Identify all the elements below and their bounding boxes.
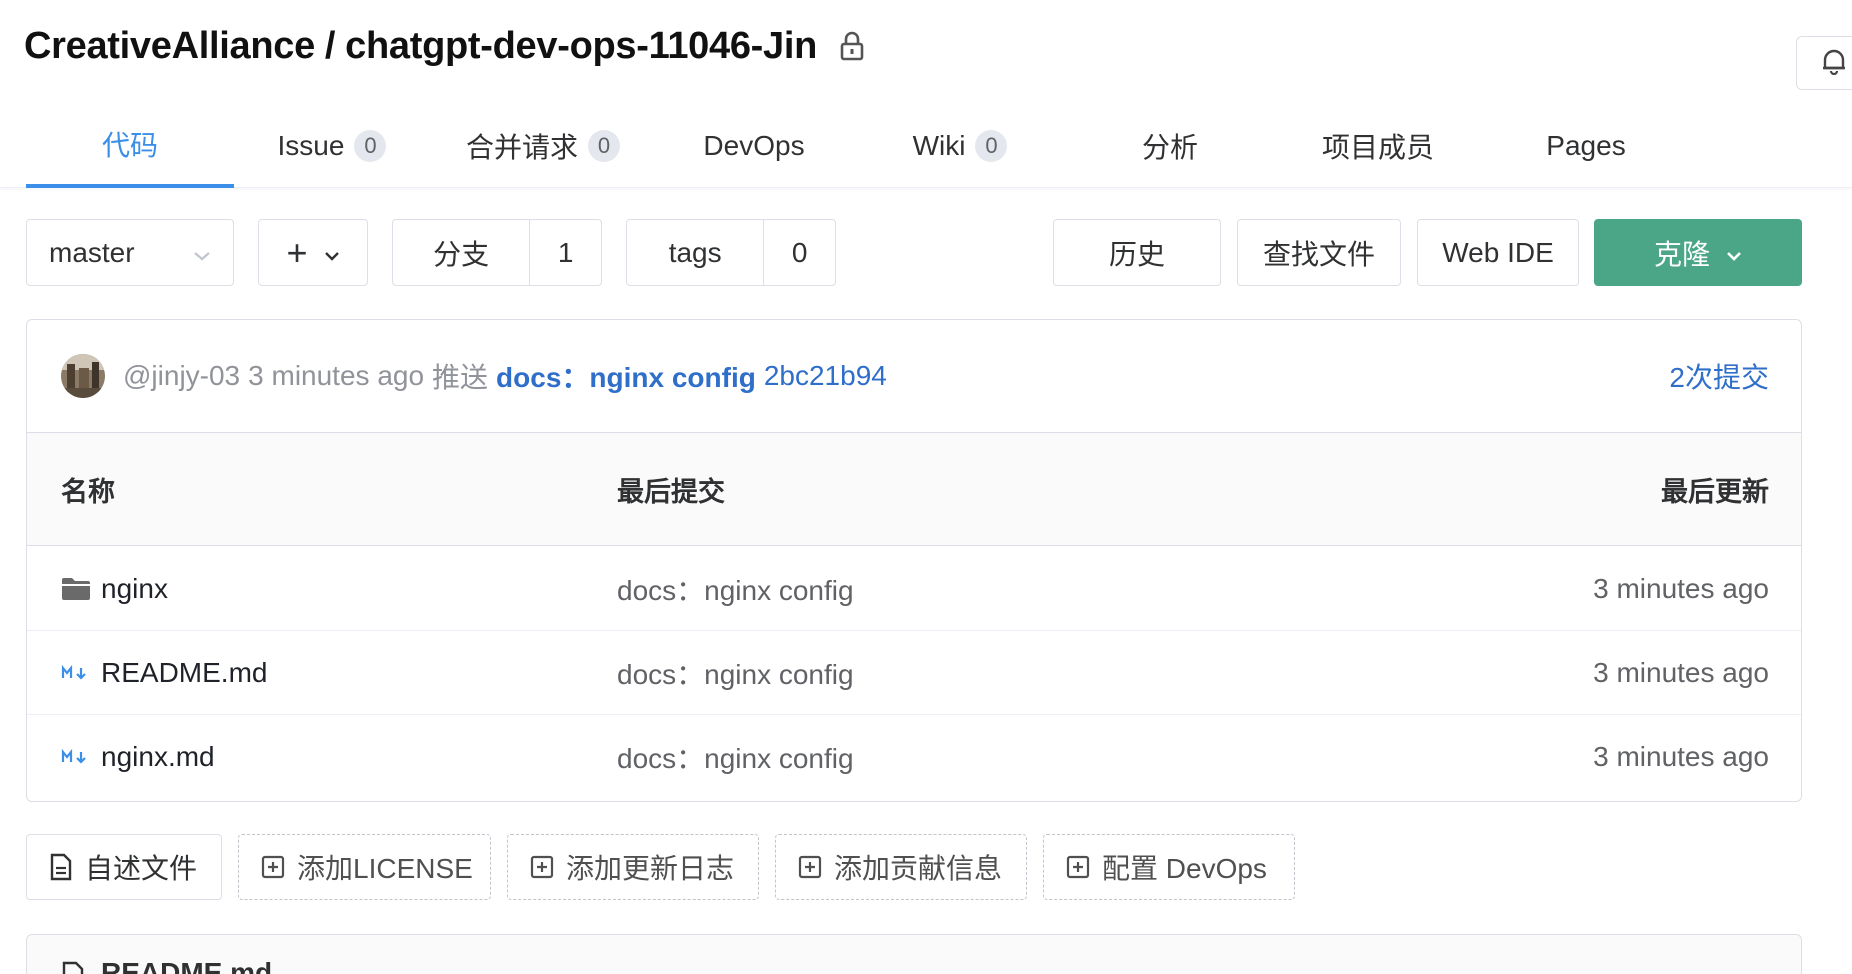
breadcrumb-separator: / <box>324 24 336 67</box>
tags-button[interactable]: tags 0 <box>626 219 836 286</box>
file-updated-time: 3 minutes ago <box>1593 657 1769 688</box>
commit-sha-link[interactable]: 2bc21b94 <box>764 360 887 392</box>
column-header-name: 名称 <box>61 477 115 507</box>
clone-button[interactable]: 克隆 <box>1594 219 1802 286</box>
clone-button-label: 克隆 <box>1653 238 1710 270</box>
owner-link[interactable]: CreativeAlliance <box>24 25 315 68</box>
add-contributing-label: 添加贡献信息 <box>834 853 1003 884</box>
readme-button-label: 自述文件 <box>85 853 198 884</box>
file-icon <box>49 853 73 881</box>
tags-label: tags <box>668 236 722 268</box>
tab-analytics[interactable]: 分析 <box>1130 104 1210 188</box>
plus-square-icon <box>530 855 554 879</box>
table-header: 名称 最后提交 最后更新 <box>27 433 1801 546</box>
repo-name-link[interactable]: chatgpt-dev-ops-11046-Jin <box>345 25 817 68</box>
config-devops-label: 配置 DevOps <box>1102 853 1267 884</box>
file-name-link[interactable]: README.md <box>101 657 267 689</box>
merge-request-count-badge: 0 <box>588 130 620 162</box>
latest-commit-bar: @jinjy-03 3 minutes ago 推送 docs：nginx co… <box>27 320 1801 433</box>
plus-icon: + <box>286 231 308 273</box>
config-devops-button[interactable]: 配置 DevOps <box>1043 834 1295 900</box>
commit-verb: 推送 <box>432 362 489 393</box>
add-license-button[interactable]: 添加LICENSE <box>238 834 491 900</box>
column-header-last-commit: 最后提交 <box>617 477 725 507</box>
file-browser-panel: @jinjy-03 3 minutes ago 推送 docs：nginx co… <box>26 319 1802 802</box>
chevron-down-icon <box>1726 237 1742 269</box>
file-updated-time: 3 minutes ago <box>1593 573 1769 604</box>
commit-count-link[interactable]: 2次提交 <box>1669 356 1769 396</box>
commit-message-link[interactable]: docs：nginx config <box>496 356 756 396</box>
tags-count: 0 <box>763 220 835 285</box>
web-ide-button[interactable]: Web IDE <box>1417 219 1579 286</box>
repo-tabs: 代码 Issue 0 合并请求 0 DevOps Wiki 0 分析 项目成员 … <box>0 104 1852 188</box>
column-header-last-update: 最后更新 <box>1661 477 1769 507</box>
notification-button[interactable] <box>1796 36 1852 90</box>
tab-devops[interactable]: DevOps <box>694 104 814 188</box>
folder-icon <box>61 577 101 601</box>
branches-button[interactable]: 分支 1 <box>392 219 602 286</box>
branches-count: 1 <box>529 220 601 285</box>
file-name-link[interactable]: nginx <box>101 573 168 605</box>
tab-members[interactable]: 项目成员 <box>1316 104 1440 188</box>
branch-select[interactable]: master <box>26 219 234 286</box>
repo-breadcrumb: CreativeAlliance / chatgpt-dev-ops-11046… <box>24 22 865 70</box>
add-changelog-label: 添加更新日志 <box>566 853 735 884</box>
commit-author-link[interactable]: @jinjy-03 <box>123 360 240 392</box>
readme-panel-title: README.md <box>101 957 273 974</box>
file-commit-link[interactable]: docs：nginx config <box>617 547 854 631</box>
file-commit-link[interactable]: docs：nginx config <box>617 631 854 715</box>
tab-merge-requests[interactable]: 合并请求 0 <box>462 104 624 188</box>
file-name-link[interactable]: nginx.md <box>101 741 215 773</box>
find-file-button[interactable]: 查找文件 <box>1237 219 1401 286</box>
add-dropdown-button[interactable]: + <box>258 219 368 286</box>
tab-issue[interactable]: Issue 0 <box>272 104 392 188</box>
lock-icon <box>839 31 865 61</box>
tab-code[interactable]: 代码 <box>26 104 234 188</box>
chevron-down-icon <box>193 237 211 269</box>
file-updated-time: 3 minutes ago <box>1593 741 1769 772</box>
history-button[interactable]: 历史 <box>1053 219 1221 286</box>
markdown-icon <box>61 749 101 765</box>
readme-panel: README.md <box>26 934 1802 974</box>
add-license-label: 添加LICENSE <box>297 853 473 884</box>
commit-time: 3 minutes ago <box>248 360 425 391</box>
file-icon <box>61 957 85 974</box>
readme-button[interactable]: 自述文件 <box>26 834 222 900</box>
plus-square-icon <box>261 855 285 879</box>
tab-pages[interactable]: Pages <box>1540 104 1632 188</box>
file-commit-link[interactable]: docs：nginx config <box>617 715 854 799</box>
add-changelog-button[interactable]: 添加更新日志 <box>507 834 759 900</box>
table-row[interactable]: README.md docs：nginx config 3 minutes ag… <box>27 631 1801 715</box>
tab-wiki[interactable]: Wiki 0 <box>908 104 1012 188</box>
avatar[interactable] <box>61 354 105 398</box>
add-contributing-button[interactable]: 添加贡献信息 <box>775 834 1027 900</box>
branches-label: 分支 <box>433 238 490 270</box>
bell-icon <box>1821 47 1847 80</box>
wiki-count-badge: 0 <box>975 130 1008 162</box>
table-row[interactable]: nginx docs：nginx config 3 minutes ago <box>27 547 1801 631</box>
branch-select-value: master <box>49 236 135 268</box>
chevron-down-icon <box>324 237 340 269</box>
table-row[interactable]: nginx.md docs：nginx config 3 minutes ago <box>27 715 1801 799</box>
issue-count-badge: 0 <box>354 130 387 162</box>
plus-square-icon <box>798 855 822 879</box>
markdown-icon <box>61 665 101 681</box>
plus-square-icon <box>1066 855 1090 879</box>
